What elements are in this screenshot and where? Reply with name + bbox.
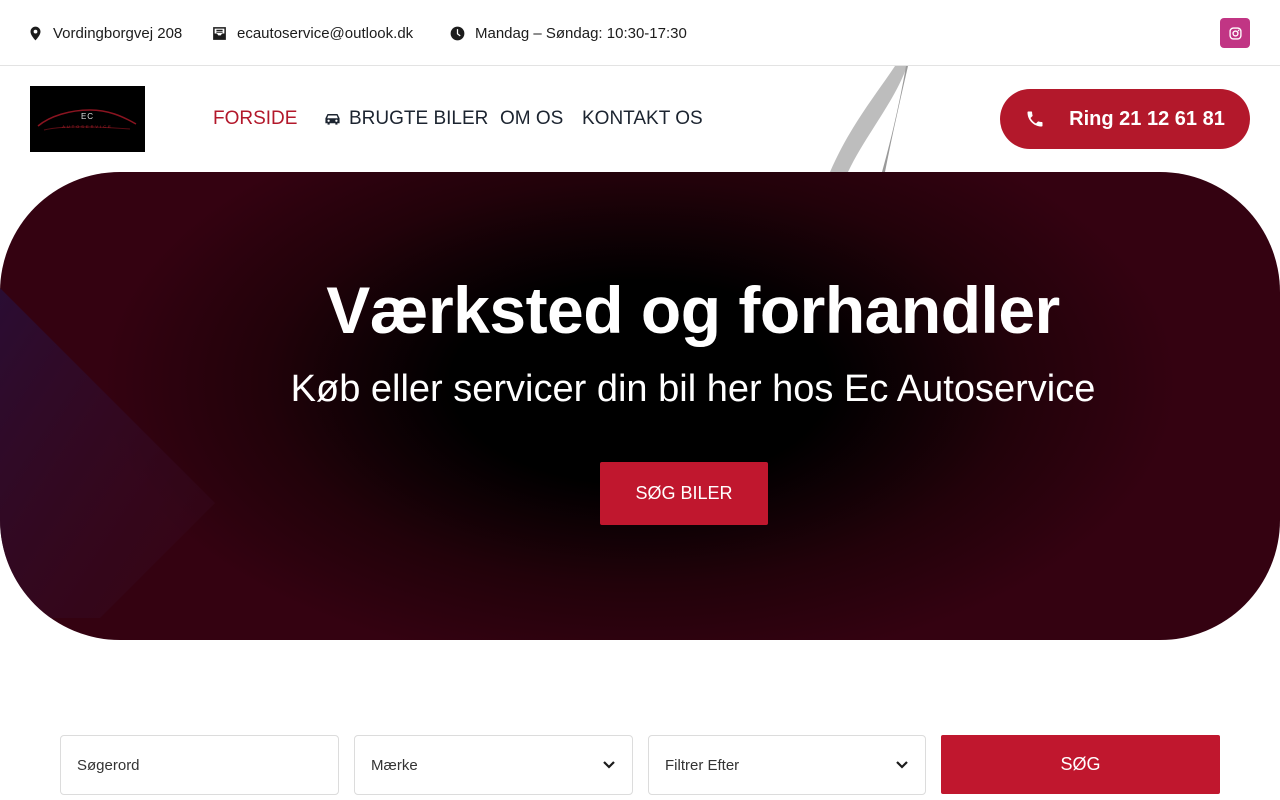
hours-text: Mandag – Søndag: 10:30-17:30	[475, 24, 687, 42]
nav-contact[interactable]: KONTAKT OS	[582, 106, 703, 132]
phone-icon	[1027, 111, 1043, 127]
search-button[interactable]: SØG	[941, 735, 1220, 794]
clock-icon	[450, 26, 465, 40]
filter-select-value: Filtrer Efter	[665, 756, 740, 774]
decorative-swoosh	[830, 66, 908, 172]
keyword-input[interactable]	[77, 756, 338, 774]
nav-contact-label: KONTAKT OS	[582, 108, 703, 129]
email-text[interactable]: ecautoservice@outlook.dk	[237, 25, 413, 42]
hero-subtitle: Køb eller servicer din bil her hos Ec Au…	[290, 368, 1096, 410]
email-info[interactable]: ecautoservice@outlook.dk	[212, 22, 413, 44]
address-info: Vordingborgvej 208	[28, 22, 182, 44]
brand-select[interactable]: Mærke	[354, 735, 633, 795]
instagram-button[interactable]	[1220, 18, 1250, 48]
nav-used-cars[interactable]: BRUGTE BILER	[324, 106, 488, 132]
logo[interactable]: EC AUTOSERVICE	[30, 86, 145, 152]
call-button-label: Ring 21 12 61 81	[1069, 107, 1225, 130]
keyword-field[interactable]	[60, 735, 339, 795]
map-pin-icon	[30, 26, 41, 40]
brand-select-value: Mærke	[371, 756, 418, 774]
nav-about-label: OM OS	[500, 108, 564, 129]
nav-home[interactable]: FORSIDE	[213, 106, 297, 132]
hours-info: Mandag – Søndag: 10:30-17:30	[450, 22, 687, 44]
nav-about[interactable]: OM OS	[500, 106, 563, 132]
logo-subtext: AUTOSERVICE	[62, 124, 113, 129]
logo-text: EC	[80, 112, 95, 121]
address-text: Vordingborgvej 208	[53, 24, 183, 42]
chevron-down-icon	[603, 761, 615, 769]
instagram-icon	[1228, 26, 1242, 40]
nav-home-label: FORSIDE	[213, 108, 298, 129]
call-button[interactable]: Ring 21 12 61 81	[1000, 89, 1250, 149]
filter-select[interactable]: Filtrer Efter	[648, 735, 926, 795]
hero-title: Værksted og forhandler	[326, 273, 1060, 347]
top-info-bar: Vordingborgvej 208 ecautoservice@outlook…	[0, 0, 1280, 66]
hero-banner: Værksted og forhandler Køb eller service…	[0, 172, 1280, 640]
chevron-down-icon	[896, 761, 908, 769]
search-cars-button[interactable]: SØG BILER	[600, 462, 768, 525]
car-icon	[325, 114, 340, 125]
site-header: EC AUTOSERVICE FORSIDE BRUGTE BILER OM O…	[0, 66, 1280, 172]
nav-used-cars-label: BRUGTE BILER	[349, 108, 489, 129]
mail-box-icon	[213, 26, 226, 40]
